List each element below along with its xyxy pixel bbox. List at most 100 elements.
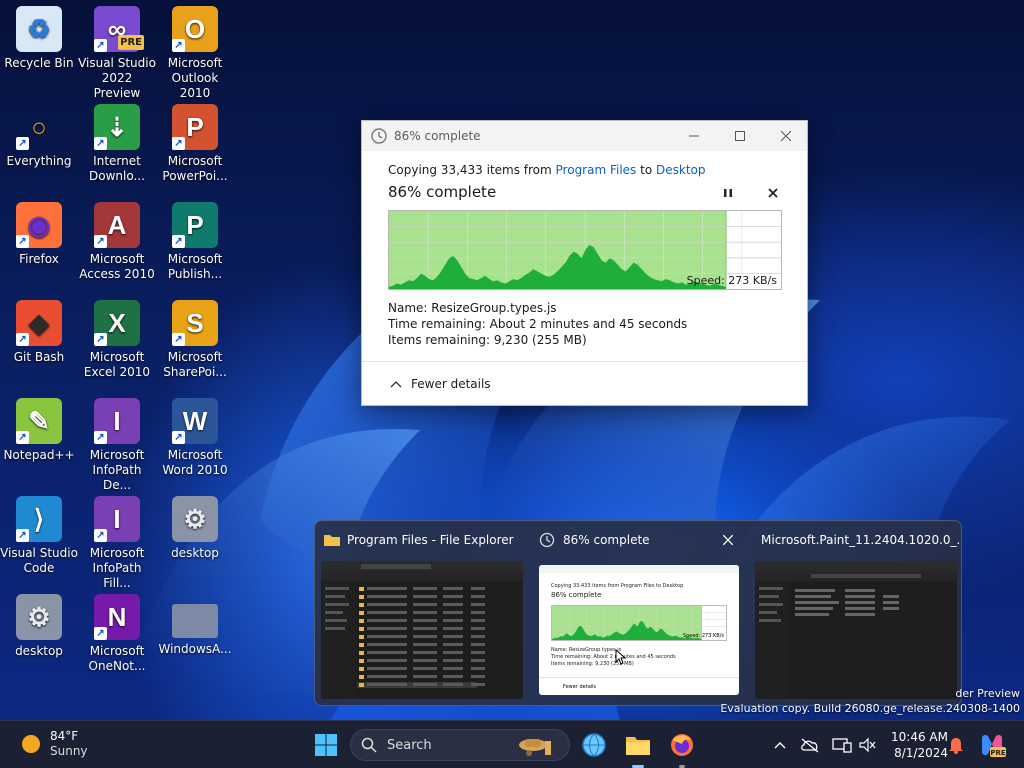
copy-progress-dialog: 86% complete Copying 33,433 items from P… — [361, 120, 808, 406]
desktop-icon-everything-search[interactable]: ○ ↗ Everything — [0, 104, 78, 169]
windows-logo-icon — [315, 734, 337, 756]
shortcut-arrow-icon: ↗ — [16, 235, 29, 248]
minimize-button[interactable] — [671, 121, 717, 151]
desktop-ini-file-icon: ⚙ — [16, 594, 62, 640]
desktop-icon-sharepoint[interactable]: S ↗ Microsoft SharePoi... — [156, 300, 234, 380]
taskbar-clock[interactable]: 10:46 AM 8/1/2024 — [878, 729, 948, 761]
shortcut-arrow-icon: ↗ — [172, 39, 185, 52]
taskbar-app-firefox[interactable] — [666, 729, 698, 768]
desktop-icon-git-bash[interactable]: ◆ ↗ Git Bash — [0, 300, 78, 365]
powerpoint-icon: P ↗ — [172, 104, 218, 150]
source-link[interactable]: Program Files — [556, 163, 637, 177]
weather-condition: Sunny — [50, 744, 88, 758]
close-icon — [781, 131, 791, 141]
desktop-icon-internet-download-manager[interactable]: ⇣ ↗ Internet Downlo... — [78, 104, 156, 184]
folder-row-text — [367, 627, 407, 630]
folder-row-text — [471, 595, 485, 598]
desktop-icon-infopath-designer[interactable]: I ↗ Microsoft InfoPath De... — [78, 398, 156, 493]
folder-row-text — [367, 675, 407, 678]
visual-studio-preview-icon: ∞ PRE ↗ — [94, 6, 144, 52]
start-button[interactable] — [310, 729, 342, 761]
copilot-button[interactable]: PRE — [976, 729, 1008, 761]
folder-row-text — [443, 619, 463, 622]
taskbar-app-file-explorer[interactable] — [622, 729, 654, 768]
cloud-offline-icon — [801, 738, 819, 753]
desktop-icon-outlook[interactable]: O ↗ Microsoft Outlook 2010 — [156, 6, 234, 101]
close-button[interactable] — [763, 121, 809, 151]
folder-row-icon — [359, 627, 364, 631]
desktop-icon-label: Git Bash — [13, 350, 65, 364]
desktop-icon-word[interactable]: W ↗ Microsoft Word 2010 — [156, 398, 234, 478]
show-hidden-icons-button[interactable] — [764, 729, 796, 761]
folder-icon — [324, 535, 340, 546]
preview-paint-folder-header[interactable]: Microsoft.Paint_11.2404.1020.0_... — [755, 529, 959, 551]
folder-row-text — [367, 667, 407, 670]
folder-row-text — [413, 619, 437, 622]
firefox-icon: ◉ ↗ — [16, 202, 62, 248]
desktop-icon-notepad-plus-plus[interactable]: ✎ ↗ Notepad++ — [0, 398, 78, 463]
desktop-icon-recycle-bin[interactable]: ♻ Recycle Bin — [0, 6, 78, 71]
preview-title: Program Files - File Explorer — [347, 533, 514, 547]
desktop-icon-onenote[interactable]: N ↗ Microsoft OneNot... — [78, 594, 156, 674]
dialog-body: Copying 33,433 items from Program Files … — [362, 151, 807, 201]
paint-folder-thumbnail[interactable] — [755, 561, 957, 699]
mouse-cursor-icon — [615, 649, 627, 665]
preview-file-explorer-header[interactable]: Program Files - File Explorer — [323, 529, 523, 551]
publisher-icon: P ↗ — [172, 202, 218, 248]
taskbar: 84°F Sunny Search 10:46 AM 8/1/2024 PRE — [0, 720, 1024, 768]
onenote-icon: N ↗ — [94, 594, 140, 640]
evaluation-watermark: der Preview Evaluation copy. Build 26080… — [720, 686, 1020, 716]
preview-title: Microsoft.Paint_11.2404.1020.0_... — [761, 533, 959, 547]
taskbar-app-globe[interactable] — [578, 729, 610, 761]
desktop-icon-firefox[interactable]: ◉ ↗ Firefox — [0, 202, 78, 267]
desktop-icon-infopath-filler[interactable]: I ↗ Microsoft InfoPath Fill... — [78, 496, 156, 591]
copy-dialog-thumbnail[interactable]: Copying 33,433 items from Program Files … — [539, 565, 739, 695]
desktop-icon-excel[interactable]: X ↗ Microsoft Excel 2010 — [78, 300, 156, 380]
volume-muted-icon — [859, 737, 876, 753]
desktop-icon-powerpoint[interactable]: P ↗ Microsoft PowerPoi... — [156, 104, 234, 184]
mini-percent: 86% complete — [551, 591, 602, 599]
weather-widget[interactable]: 84°F Sunny — [20, 729, 88, 759]
file-explorer-thumbnail[interactable] — [321, 561, 523, 699]
clock-date: 8/1/2024 — [894, 746, 948, 760]
notifications-button[interactable] — [940, 729, 972, 761]
folder-row-icon — [359, 659, 364, 663]
folder-row-text — [443, 627, 463, 630]
folder-row-icon — [359, 587, 364, 591]
maximize-icon — [735, 131, 745, 141]
folder-row-text — [443, 635, 463, 638]
folder-row-text — [413, 643, 437, 646]
taskbar-search[interactable]: Search — [350, 729, 570, 761]
cancel-copy-button[interactable] — [765, 185, 781, 201]
desktop-icon-desktop-ini-file[interactable]: ⚙ desktop — [0, 594, 78, 659]
tray-onedrive[interactable] — [794, 729, 826, 761]
excel-icon: X ↗ — [94, 300, 140, 346]
close-preview-button[interactable] — [719, 531, 737, 549]
desktop-icon-publisher[interactable]: P ↗ Microsoft Publish... — [156, 202, 234, 282]
globe-app-icon — [582, 733, 606, 757]
shortcut-arrow-icon: ↗ — [172, 137, 185, 150]
pause-button[interactable] — [720, 185, 736, 201]
folder-row-text — [471, 603, 485, 606]
folder-row-text — [471, 683, 485, 686]
desktop-icon-visual-studio-preview[interactable]: ∞ PRE ↗ Visual Studio 2022 Preview — [78, 6, 156, 101]
copy-summary-to: to — [636, 163, 656, 177]
destination-link[interactable]: Desktop — [656, 163, 706, 177]
desktop-icon-label: Microsoft Access 2010 — [79, 252, 155, 281]
desktop-icon-vscode[interactable]: ⟩ ↗ Visual Studio Code — [0, 496, 78, 576]
desktop-icon-desktop-ini-file[interactable]: ⚙ desktop — [156, 496, 234, 561]
folder-row-text — [471, 651, 485, 654]
preview-copy-dialog-header[interactable]: 86% complete — [539, 529, 739, 551]
desktop-icon-folder[interactable]: WindowsA... — [156, 594, 234, 657]
fewer-details-button[interactable]: Fewer details — [362, 361, 807, 405]
dialog-titlebar[interactable]: 86% complete — [362, 121, 807, 151]
maximize-button[interactable] — [717, 121, 763, 151]
folder-icon — [172, 604, 218, 638]
folder-row-text — [413, 659, 437, 662]
folder-row-text — [471, 667, 485, 670]
outlook-icon: O ↗ — [172, 6, 218, 52]
notepad-plus-plus-icon: ✎ ↗ — [16, 398, 62, 444]
desktop-icon-access[interactable]: A ↗ Microsoft Access 2010 — [78, 202, 156, 282]
folder-row-icon — [359, 595, 364, 599]
chevron-up-icon — [774, 742, 786, 749]
